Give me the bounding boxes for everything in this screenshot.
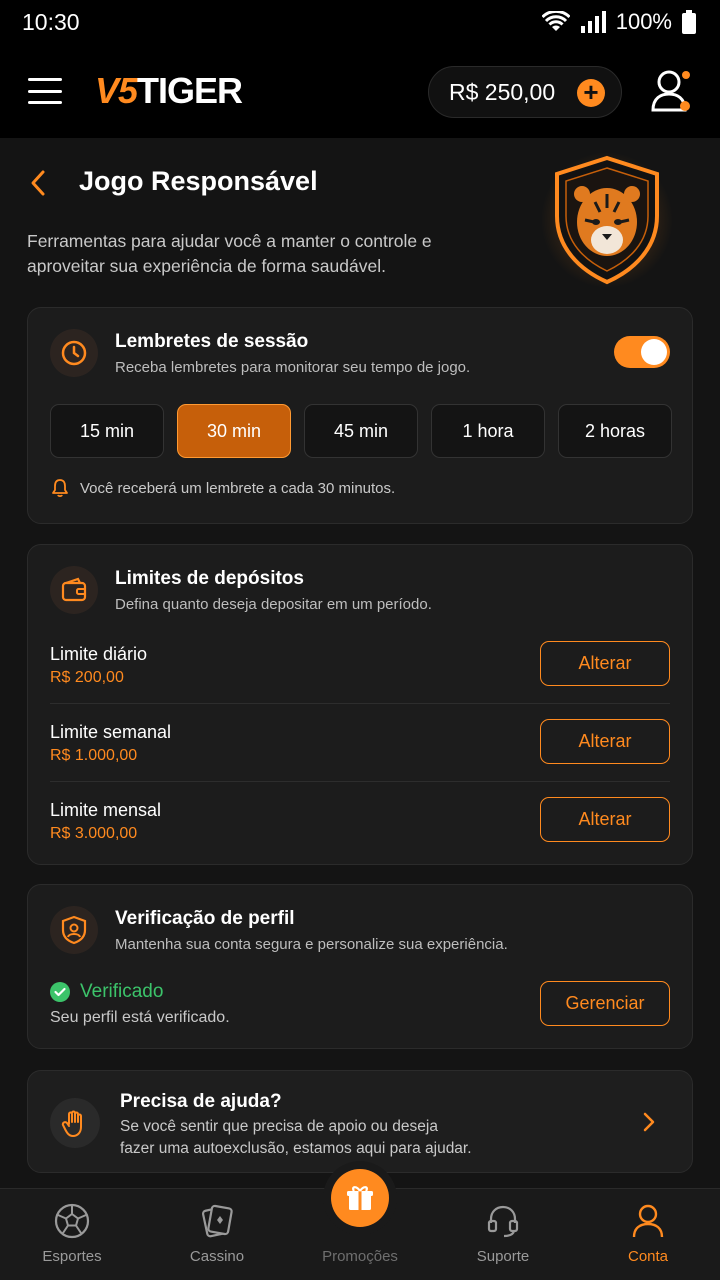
limit-row-monthly: Limite mensal R$ 3.000,00 Alterar [50, 797, 670, 878]
menu-icon[interactable] [28, 78, 62, 104]
row-divider [50, 781, 670, 782]
change-weekly-limit-button[interactable]: Alterar [540, 719, 670, 764]
verified-status: Verificado [50, 981, 163, 1003]
status-icons: 100% [541, 9, 696, 35]
shield-user-icon [61, 915, 87, 945]
nav-suporte[interactable]: Suporte [448, 1189, 558, 1280]
nav-label: Promoções [322, 1248, 398, 1265]
wallet-icon [61, 577, 87, 602]
brand-logo[interactable]: V5TIGER [95, 70, 243, 112]
interval-option[interactable]: 15 min [50, 404, 164, 458]
shield-user-icon-wrap [50, 906, 98, 954]
session-reminders-desc: Receba lembretes para monitorar seu temp… [115, 359, 471, 376]
limit-value: R$ 200,00 [50, 669, 124, 686]
user-icon [632, 1204, 664, 1238]
deposit-limits-desc: Defina quanto deseja depositar em um per… [115, 596, 432, 613]
add-funds-icon[interactable]: + [577, 79, 605, 107]
gift-button[interactable] [331, 1169, 389, 1227]
limit-row-weekly: Limite semanal R$ 1.000,00 Alterar [50, 719, 670, 800]
nav-label: Cassino [189, 1248, 245, 1265]
page-subtitle: Ferramentas para ajudar você a manter o … [27, 231, 432, 276]
headset-icon [487, 1205, 519, 1238]
change-daily-limit-button[interactable]: Alterar [540, 641, 670, 686]
limit-label: Limite diário [50, 644, 148, 664]
interval-option-selected[interactable]: 30 min [177, 404, 291, 458]
profile-icon[interactable] [650, 68, 692, 114]
chevron-right-icon[interactable] [642, 1111, 656, 1133]
gift-icon [347, 1186, 373, 1210]
logo-suffix: TIGER [137, 70, 243, 111]
interval-option[interactable]: 1 hora [431, 404, 545, 458]
interval-option[interactable]: 45 min [304, 404, 418, 458]
reminder-note: Você receberá um lembrete a cada 30 minu… [50, 478, 395, 498]
session-reminders-title: Lembretes de sessão [115, 331, 309, 352]
limit-label: Limite semanal [50, 722, 172, 742]
limit-row-daily: Limite diário R$ 200,00 Alterar [50, 641, 670, 722]
app-header: V5TIGER R$ 250,00 + [0, 44, 720, 138]
help-desc-line1: Se você sentir que precisa de apoio ou d… [120, 1118, 438, 1135]
bell-icon [52, 479, 68, 498]
limit-value: R$ 3.000,00 [50, 825, 138, 842]
change-monthly-limit-button[interactable]: Alterar [540, 797, 670, 842]
profile-verification-card: Verificação de perfil Mantenha sua conta… [27, 884, 693, 1049]
limit-value: R$ 1.000,00 [50, 747, 138, 764]
wallet-icon-wrap [50, 566, 98, 614]
session-reminders-toggle[interactable] [614, 336, 670, 368]
session-reminders-card: Lembretes de sessão Receba lembretes par… [27, 307, 693, 524]
manage-profile-button[interactable]: Gerenciar [540, 981, 670, 1026]
bottom-navigation: Esportes Cassino Promoções Suporte Conta [0, 1169, 720, 1280]
hand-stop-icon [61, 1110, 82, 1137]
battery-icon [682, 10, 696, 34]
cards-icon [201, 1204, 233, 1238]
reminder-note-text: Você receberá um lembrete a cada 30 minu… [80, 479, 396, 497]
logo-prefix: V5 [95, 70, 138, 111]
page-title: Jogo Responsável [79, 166, 318, 196]
nav-conta[interactable]: Conta [593, 1189, 703, 1280]
profile-verification-title: Verificação de perfil [115, 908, 295, 929]
nav-label: Conta [627, 1248, 669, 1265]
verified-description: Seu perfil está verificado. [50, 1009, 230, 1026]
interval-option[interactable]: 2 horas [558, 404, 672, 458]
nav-label: Suporte [476, 1248, 530, 1265]
status-time: 10:30 [22, 8, 80, 35]
clock-icon [61, 340, 87, 366]
signal-icon [580, 11, 606, 33]
help-card[interactable]: Precisa de ajuda? Se você sentir que pre… [27, 1070, 693, 1173]
deposit-limits-card: Limites de depósitos Defina quanto desej… [27, 544, 693, 865]
tiger-shield-icon [541, 152, 673, 288]
profile-verification-desc: Mantenha sua conta segura e personalize … [115, 936, 508, 953]
battery-percent: 100% [615, 9, 672, 34]
soccer-ball-icon [54, 1203, 90, 1239]
clock-icon-wrap [50, 329, 98, 377]
hand-icon-wrap [50, 1098, 100, 1148]
wifi-icon [541, 11, 570, 31]
row-divider [50, 703, 670, 704]
check-circle-icon [50, 982, 70, 1002]
verified-label: Verificado [80, 981, 164, 1002]
help-desc-line2: fazer uma autoexclusão, estamos aqui par… [120, 1140, 472, 1157]
reminder-interval-options: 15 min 30 min 45 min 1 hora 2 horas [50, 404, 672, 458]
balance-pill[interactable]: R$ 250,00 + [428, 66, 622, 118]
nav-cassino[interactable]: Cassino [162, 1189, 272, 1280]
nav-promocoes[interactable]: Promoções [305, 1169, 415, 1280]
status-bar: 10:30 100% [0, 0, 720, 44]
nav-label: Esportes [42, 1248, 102, 1265]
nav-esportes[interactable]: Esportes [17, 1189, 127, 1280]
limit-label: Limite mensal [50, 800, 162, 820]
back-chevron-icon[interactable] [26, 166, 50, 200]
help-title: Precisa de ajuda? [120, 1091, 282, 1112]
deposit-limits-title: Limites de depósitos [115, 568, 304, 589]
balance-amount: R$ 250,00 [449, 78, 556, 105]
